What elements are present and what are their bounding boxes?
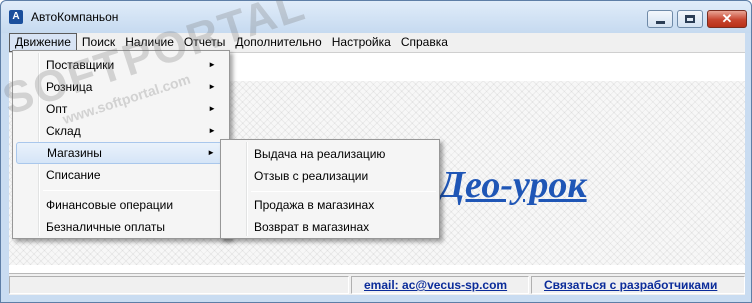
menu-item-writeoff[interactable]: Списание [16, 164, 226, 186]
menu-item-cashless-payments[interactable]: Безналичные оплаты [16, 216, 226, 238]
menu-separator [251, 191, 436, 192]
menu-separator [43, 190, 226, 191]
menu-item-label: Возврат в магазинах [254, 220, 370, 234]
status-pane-contact: Связаться с разработчиками [531, 276, 745, 294]
submenu-arrow-icon: ► [208, 60, 216, 69]
window-title: АвтоКомпаньон [31, 10, 119, 24]
menu-item-retail[interactable]: Розница ► [16, 76, 226, 98]
menu-item-label: Розница [46, 80, 93, 94]
menu-item-financial-operations[interactable]: Финансовые операции [16, 194, 226, 216]
submenu-item-recall-from-sale[interactable]: Отзыв с реализации [224, 165, 436, 187]
submenu-item-store-returns[interactable]: Возврат в магазинах [224, 216, 436, 238]
menu-item-label: Отзыв с реализации [254, 169, 369, 183]
title-bar[interactable]: A АвтоКомпаньон ✕ [1, 1, 751, 33]
status-bar: email: ac@vecus-sp.com Связаться с разра… [9, 273, 745, 295]
submenu-item-store-sales[interactable]: Продажа в магазинах [224, 194, 436, 216]
menu-item-label: Склад [46, 124, 81, 138]
menu-item-label: Финансовые операции [46, 198, 174, 212]
minimize-button[interactable] [647, 10, 673, 28]
menu-item-label: Поставщики [46, 58, 115, 72]
menu-item-label: Опт [46, 102, 68, 116]
menu-item-label: Списание [46, 168, 101, 182]
close-icon: ✕ [721, 11, 733, 26]
email-link[interactable]: email: ac@vecus-sp.com [364, 278, 507, 292]
menu-item-stores[interactable]: Магазины ► [16, 142, 226, 164]
menu-help[interactable]: Справка [396, 33, 453, 52]
submenu-item-issue-for-sale[interactable]: Выдача на реализацию [224, 143, 436, 165]
maximize-icon [685, 15, 695, 23]
maximize-button[interactable] [677, 10, 703, 28]
movement-dropdown-menu: Поставщики ► Розница ► Опт ► Склад ► Маг… [12, 50, 230, 239]
menu-item-wholesale[interactable]: Опт ► [16, 98, 226, 120]
status-pane-email: email: ac@vecus-sp.com [351, 276, 529, 294]
menu-additional[interactable]: Дополнительно [230, 33, 326, 52]
menu-item-label: Выдача на реализацию [254, 147, 386, 161]
menu-item-label: Магазины [47, 146, 102, 160]
submenu-arrow-icon: ► [208, 104, 216, 113]
menu-item-warehouse[interactable]: Склад ► [16, 120, 226, 142]
menu-item-label: Продажа в магазинах [254, 198, 375, 212]
menu-item-label: Безналичные оплаты [46, 220, 166, 234]
close-button[interactable]: ✕ [707, 10, 747, 28]
menu-settings[interactable]: Настройка [327, 33, 396, 52]
menu-item-suppliers[interactable]: Поставщики ► [16, 54, 226, 76]
submenu-arrow-icon: ► [207, 148, 215, 157]
submenu-arrow-icon: ► [208, 82, 216, 91]
status-pane-empty [9, 276, 349, 294]
minimize-icon [655, 20, 665, 24]
app-logo-icon: A [9, 10, 23, 24]
stores-submenu: Выдача на реализацию Отзыв с реализации … [220, 139, 440, 239]
submenu-arrow-icon: ► [208, 126, 216, 135]
contact-developers-link[interactable]: Связаться с разработчиками [544, 278, 717, 292]
video-lesson-link[interactable]: Део-урок [439, 163, 587, 207]
